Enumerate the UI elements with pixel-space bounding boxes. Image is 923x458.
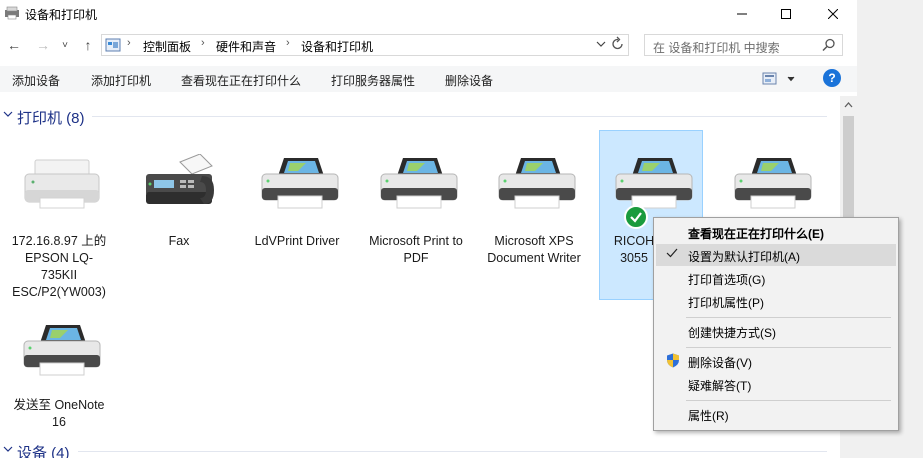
breadcrumb-separator[interactable]: › (201, 37, 205, 49)
group-divider (92, 116, 827, 117)
minimize-icon (737, 13, 747, 15)
context-menu: 查看现在正在打印什么(E) 设置为默认打印机(A) 打印首选项(G) 打印机属性… (653, 217, 899, 431)
printers-group-title: 打印机 (8) (17, 110, 85, 127)
maximize-icon (781, 9, 791, 19)
window-title: 设备和打印机 (25, 8, 98, 22)
search-placeholder[interactable]: 在 设备和打印机 中搜索 (653, 39, 780, 56)
menu-item-printing-preferences[interactable]: 打印首选项(G) (656, 267, 896, 289)
dot-matrix-printer-icon (24, 159, 100, 209)
menu-item-label: 查看现在正在打印什么(E) (688, 227, 824, 241)
printer-icon (380, 158, 458, 209)
printer-tile-ms-xps-writer[interactable]: Microsoft XPS Document Writer (482, 130, 586, 300)
close-icon (828, 9, 838, 19)
arrow-up-icon: ↑ (84, 37, 92, 53)
maximize-button[interactable] (763, 0, 809, 28)
help-button[interactable]: ? (823, 69, 841, 87)
printer-label: LdVPrint Driver (254, 234, 340, 248)
back-button[interactable]: ← (3, 34, 25, 56)
printer-label: 发送至 OneNote 16 (13, 398, 105, 429)
arrow-right-icon: → (36, 37, 50, 53)
printer-tile-ms-print-to-pdf[interactable]: Microsoft Print to PDF (364, 130, 468, 300)
see-whats-printing-button[interactable]: 查看现在正在打印什么 (181, 72, 301, 89)
recent-locations-button[interactable]: ˅ (57, 34, 73, 56)
search-box[interactable]: 在 设备和打印机 中搜索 (644, 34, 843, 56)
chevron-down-icon[interactable] (3, 108, 13, 123)
printer-tile-fax[interactable]: Fax (127, 130, 231, 300)
breadcrumb-separator: › (127, 37, 131, 49)
menu-item-see-whats-printing[interactable]: 查看现在正在打印什么(E) (656, 221, 896, 243)
printer-icon (23, 325, 101, 376)
address-dropdown-icon[interactable] (596, 37, 606, 54)
menu-item-label: 打印机属性(P) (688, 296, 764, 310)
breadcrumb-separator[interactable]: › (286, 37, 290, 49)
fax-icon (146, 154, 214, 204)
devices-printers-app-icon (5, 6, 19, 20)
breadcrumb-hardware-sound[interactable]: 硬件和声音 (216, 38, 276, 55)
menu-item-troubleshoot[interactable]: 疑难解答(T) (656, 373, 896, 395)
devices-group-header[interactable]: 设备 (4) (0, 440, 840, 458)
menu-separator (686, 317, 891, 318)
refresh-icon[interactable] (611, 36, 625, 55)
printer-label: 172.16.8.97 上的 EPSON LQ-735KII ESC/P2(YW… (11, 234, 107, 299)
menu-item-label: 设置为默认打印机(A) (688, 250, 800, 264)
scroll-up-arrow-icon[interactable] (844, 100, 853, 110)
title-bar: 设备和打印机 (0, 0, 857, 28)
chevron-down-icon[interactable] (3, 443, 13, 458)
printer-tile-onenote[interactable]: 发送至 OneNote 16 (7, 299, 111, 458)
breadcrumb-devices-printers[interactable]: 设备和打印机 (301, 38, 373, 55)
add-device-button[interactable]: 添加设备 (12, 72, 60, 89)
navigation-bar: ← → ˅ ↑ › 控制面板 › 硬件和声音 › 设备和打印机 在 设备和打印机… (0, 32, 857, 60)
minimize-button[interactable] (719, 0, 765, 28)
devices-group-title: 设备 (4) (17, 445, 70, 458)
printer-label: Microsoft XPS Document Writer (487, 234, 581, 265)
menu-item-label: 删除设备(V) (688, 356, 752, 370)
menu-item-label: 创建快捷方式(S) (688, 326, 776, 340)
group-divider (78, 451, 827, 452)
menu-item-label: 打印首选项(G) (688, 273, 766, 287)
printer-tile-ldvprint[interactable]: LdVPrint Driver (245, 130, 349, 300)
printer-icon (261, 158, 339, 209)
printer-label: Fax (168, 234, 190, 248)
uac-shield-icon (667, 353, 679, 368)
printer-icon (615, 158, 693, 209)
menu-separator (686, 347, 891, 348)
printer-tile-epson[interactable]: 172.16.8.97 上的 EPSON LQ-735KII ESC/P2(YW… (7, 130, 111, 300)
change-view-button[interactable] (762, 72, 796, 89)
menu-item-create-shortcut[interactable]: 创建快捷方式(S) (656, 320, 896, 342)
breadcrumb-control-panel[interactable]: 控制面板 (143, 38, 191, 55)
menu-item-remove-device[interactable]: 删除设备(V) (656, 350, 896, 372)
remove-device-button[interactable]: 删除设备 (445, 72, 493, 89)
checkmark-icon (666, 247, 678, 262)
arrow-left-icon: ← (7, 37, 21, 53)
address-bar[interactable]: › 控制面板 › 硬件和声音 › 设备和打印机 (101, 34, 629, 56)
menu-item-label: 属性(R) (688, 409, 729, 423)
menu-separator (686, 400, 891, 401)
menu-item-properties[interactable]: 属性(R) (656, 403, 896, 425)
menu-item-printer-properties[interactable]: 打印机属性(P) (656, 290, 896, 312)
default-printer-check-icon (624, 205, 648, 229)
printer-icon (498, 158, 576, 209)
search-icon[interactable] (822, 38, 836, 52)
close-button[interactable] (810, 0, 856, 28)
view-options-icon (762, 72, 795, 85)
menu-item-set-default[interactable]: 设置为默认打印机(A) (656, 244, 896, 266)
printer-label: Microsoft Print to PDF (369, 234, 463, 265)
command-bar: 添加设备 添加打印机 查看现在正在打印什么 打印服务器属性 删除设备 ? (0, 66, 857, 92)
control-panel-icon (105, 38, 121, 52)
printer-icon (734, 158, 812, 209)
chevron-down-icon: ˅ (62, 39, 68, 51)
printers-group-header[interactable]: 打印机 (8) (0, 105, 840, 127)
menu-item-label: 疑难解答(T) (688, 379, 752, 393)
forward-button[interactable]: → (32, 34, 54, 56)
up-button[interactable]: ↑ (77, 34, 99, 56)
print-server-properties-button[interactable]: 打印服务器属性 (331, 72, 415, 89)
add-printer-button[interactable]: 添加打印机 (91, 72, 151, 89)
